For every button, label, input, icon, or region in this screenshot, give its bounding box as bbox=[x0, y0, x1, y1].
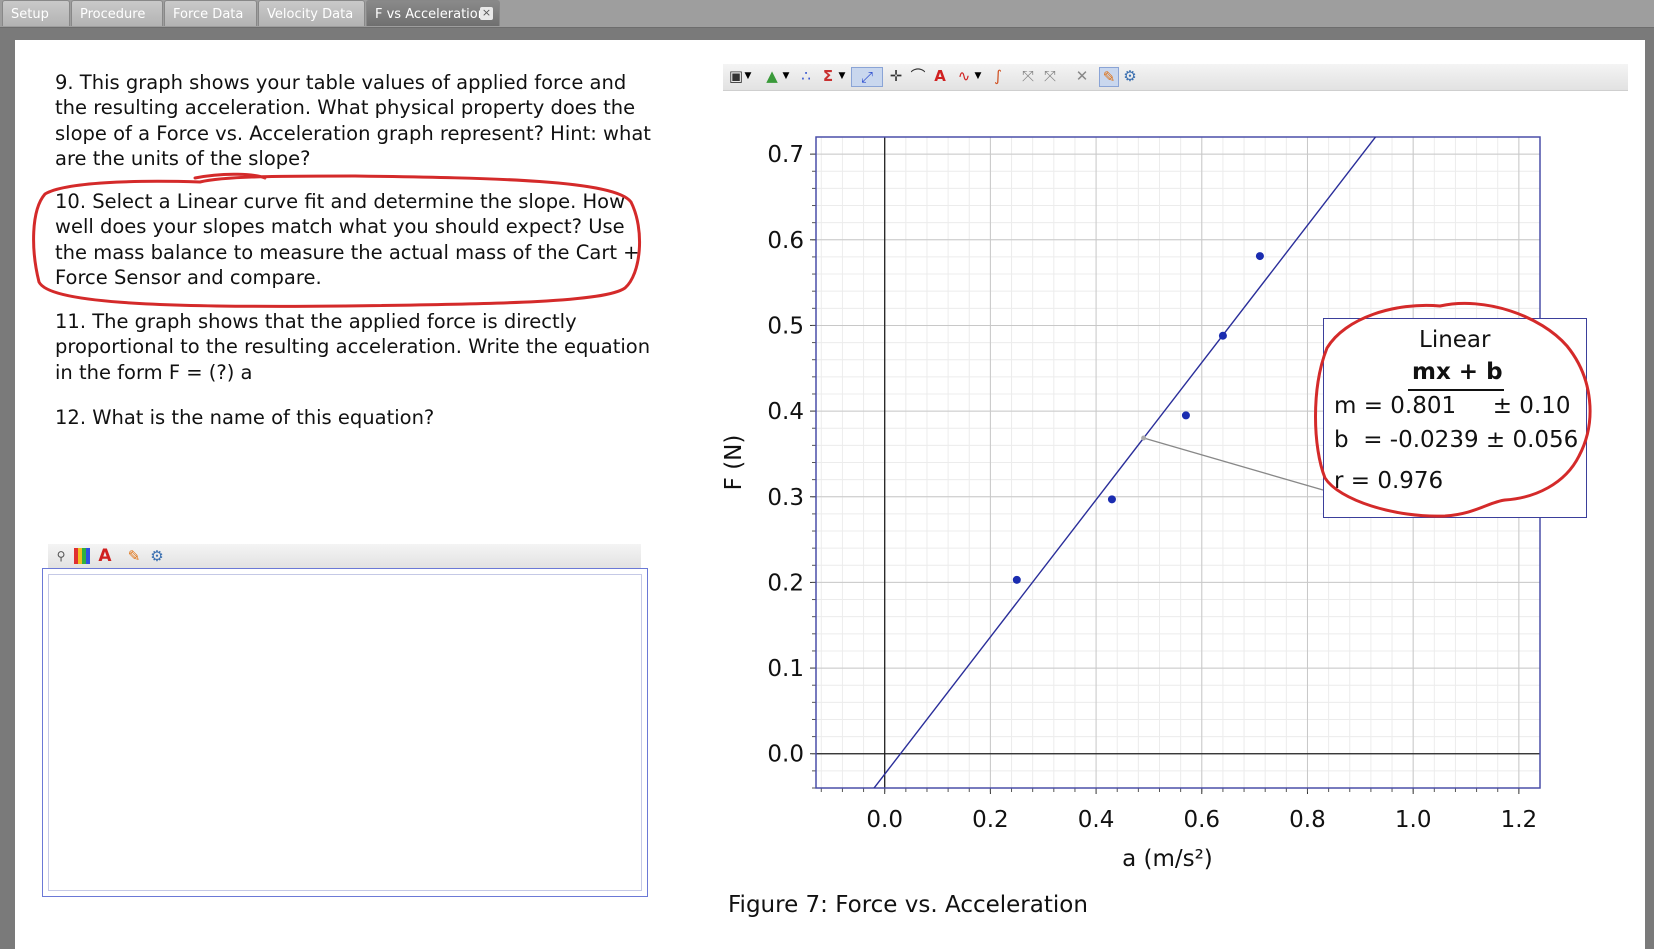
line-graph-icon[interactable]: ∿ bbox=[955, 67, 973, 85]
data-point bbox=[1012, 575, 1021, 584]
x-tick-label: 0.0 bbox=[866, 807, 903, 833]
tab-velocity-data[interactable]: Velocity Data bbox=[258, 0, 365, 26]
chevron-down-icon[interactable]: ▼ bbox=[837, 67, 847, 85]
font-icon[interactable]: A bbox=[96, 547, 114, 565]
data-point bbox=[1181, 411, 1190, 420]
link-icon[interactable]: ⚲ bbox=[52, 547, 70, 565]
statistics-icon[interactable]: Σ bbox=[819, 67, 837, 85]
chevron-down-icon[interactable]: ▼ bbox=[743, 67, 753, 85]
pin-icon[interactable]: ✎ bbox=[1099, 67, 1119, 87]
tab-procedure[interactable]: Procedure bbox=[71, 0, 163, 26]
tab-setup[interactable]: Setup bbox=[2, 0, 70, 26]
curve-fit-icon[interactable]: ⤢ bbox=[851, 67, 883, 87]
y-tick-label: 0.2 bbox=[767, 570, 804, 596]
question-11: 11. The graph shows that the applied for… bbox=[55, 310, 651, 384]
y-tick-label: 0.1 bbox=[767, 656, 804, 682]
scale-x-icon[interactable]: ⤧ bbox=[1019, 67, 1037, 85]
scale-y-icon[interactable]: ⤧ bbox=[1041, 67, 1059, 85]
answer-text-area[interactable] bbox=[48, 574, 642, 891]
tab-label: Setup bbox=[11, 7, 49, 22]
y-tick-label: 0.5 bbox=[767, 313, 804, 339]
annotation-circle-fit bbox=[1314, 301, 1592, 518]
scatter-tool-icon[interactable]: ∴ bbox=[797, 67, 815, 85]
fit-anchor-point bbox=[1141, 435, 1147, 441]
y-axis-label: F (N) bbox=[721, 435, 747, 491]
figure-caption: Figure 7: Force vs. Acceleration bbox=[728, 892, 1088, 918]
x-tick-label: 0.2 bbox=[972, 807, 1009, 833]
close-icon[interactable]: × bbox=[480, 7, 493, 20]
tab-label: F vs Acceleration bbox=[375, 7, 486, 22]
text-toolbar: ⚲ A ✎ ⚙ bbox=[48, 544, 641, 569]
data-point bbox=[1255, 252, 1264, 261]
x-tick-label: 1.0 bbox=[1395, 807, 1432, 833]
triangle-shape-icon[interactable]: ▲ bbox=[763, 67, 781, 85]
annotation-circle-q10 bbox=[32, 172, 642, 308]
tab-bar: Setup Procedure Force Data Velocity Data… bbox=[0, 0, 1654, 28]
data-point bbox=[1218, 331, 1227, 340]
graph-toolbar: ▣ ▼ ▲ ▼ ∴ Σ ▼ ⤢ ✛ ⌒ A ∿ ▼ ∫ ⤧ ⤧ ✕ ✎ ⚙ bbox=[723, 64, 1628, 91]
x-tick-label: 0.6 bbox=[1183, 807, 1220, 833]
question-9: 9. This graph shows your table values of… bbox=[55, 71, 651, 170]
x-tick-label: 1.2 bbox=[1501, 807, 1538, 833]
y-tick-label: 0.3 bbox=[767, 485, 804, 511]
pin-icon[interactable]: ✎ bbox=[125, 547, 143, 565]
answer-text-box[interactable] bbox=[42, 568, 648, 897]
x-tick-label: 0.4 bbox=[1078, 807, 1115, 833]
tab-label: Force Data bbox=[173, 7, 244, 22]
delete-icon[interactable]: ✕ bbox=[1073, 67, 1091, 85]
tangent-icon[interactable]: ⌒ bbox=[909, 67, 927, 85]
color-palette-icon[interactable] bbox=[74, 548, 90, 564]
y-tick-label: 0.4 bbox=[767, 399, 804, 425]
data-point bbox=[1107, 495, 1116, 504]
gear-icon[interactable]: ⚙ bbox=[148, 547, 166, 565]
chevron-down-icon[interactable]: ▼ bbox=[781, 67, 791, 85]
page: 9. This graph shows your table values of… bbox=[15, 40, 1645, 949]
tab-f-vs-acceleration[interactable]: F vs Acceleration × bbox=[366, 0, 500, 26]
x-axis-label: a (m/s²) bbox=[1122, 846, 1213, 872]
x-tick-label: 0.8 bbox=[1289, 807, 1326, 833]
y-tick-label: 0.7 bbox=[767, 142, 804, 168]
crosshair-icon[interactable]: ✛ bbox=[887, 67, 905, 85]
tab-force-data[interactable]: Force Data bbox=[164, 0, 257, 26]
y-tick-label: 0.0 bbox=[767, 742, 804, 768]
chevron-down-icon[interactable]: ▼ bbox=[973, 67, 983, 85]
question-12: 12. What is the name of this equation? bbox=[55, 406, 435, 429]
gear-icon[interactable]: ⚙ bbox=[1121, 67, 1139, 85]
integral-icon[interactable]: ∫ bbox=[989, 67, 1007, 85]
tab-label: Velocity Data bbox=[267, 7, 354, 22]
tab-label: Procedure bbox=[80, 7, 146, 22]
y-tick-label: 0.6 bbox=[767, 228, 804, 254]
annotation-icon[interactable]: A bbox=[931, 67, 949, 85]
